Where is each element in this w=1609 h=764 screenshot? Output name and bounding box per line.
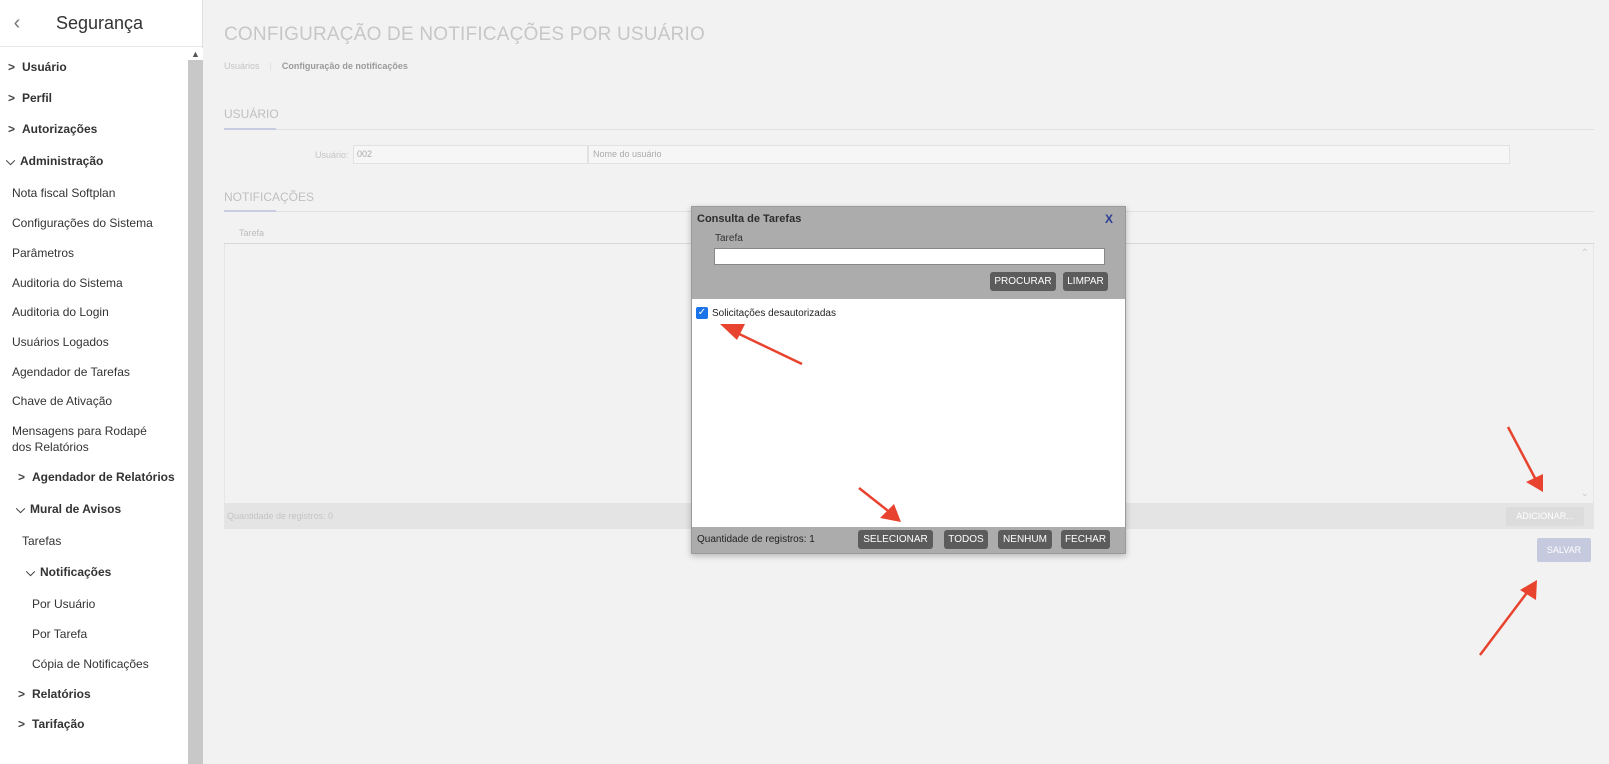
sidebar-scrollbar[interactable] bbox=[188, 48, 203, 764]
back-chevron-icon[interactable]: ‹ bbox=[0, 12, 30, 35]
dialog-footer: Quantidade de registros: 1 SELECIONAR TO… bbox=[692, 527, 1125, 553]
list-item[interactable]: ✓ Solicitações desautorizadas bbox=[696, 307, 836, 319]
sidebar-item-usuario[interactable]: > Usuário bbox=[8, 60, 67, 74]
dialog-header: Consulta de Tarefas X Tarefa PROCURAR LI… bbox=[692, 207, 1125, 299]
sidebar-item-nota-fiscal[interactable]: Nota fiscal Softplan bbox=[12, 186, 115, 200]
select-button[interactable]: SELECIONAR bbox=[858, 530, 933, 549]
task-search-input[interactable] bbox=[714, 248, 1105, 265]
chevron-down-icon: ⌵ bbox=[6, 154, 16, 168]
user-code-field[interactable]: 002 bbox=[353, 145, 588, 164]
scroll-down-icon[interactable]: ⌄ bbox=[1581, 488, 1589, 499]
sidebar: ‹ Segurança > Usuário > Perfil > Autorizaçõ… bbox=[0, 0, 203, 764]
dialog-title: Consulta de Tarefas bbox=[697, 213, 802, 225]
sidebar-header: ‹ Segurança bbox=[0, 0, 202, 47]
sidebar-item-agendador-relatorios[interactable]: > Agendador de Relatórios bbox=[18, 470, 175, 484]
add-button[interactable]: ADICIONAR... bbox=[1506, 507, 1584, 526]
sidebar-item-relatorios[interactable]: > Relatórios bbox=[18, 687, 91, 701]
section-title-notificacoes: NOTIFICAÇÕES bbox=[224, 190, 315, 204]
sidebar-title: Segurança bbox=[56, 12, 144, 33]
sidebar-item-tarefas[interactable]: Tarefas bbox=[22, 534, 61, 548]
consulta-tarefas-dialog: Consulta de Tarefas X Tarefa PROCURAR LI… bbox=[691, 206, 1126, 554]
chevron-right-icon: > bbox=[8, 60, 16, 74]
chevron-right-icon: > bbox=[8, 122, 16, 136]
sidebar-item-usuarios-logados[interactable]: Usuários Logados bbox=[12, 335, 109, 349]
section-divider bbox=[224, 129, 1594, 130]
breadcrumb: Usuários | Configuração de notificações bbox=[224, 61, 408, 71]
none-button[interactable]: NENHUM bbox=[998, 530, 1052, 549]
chevron-down-icon: ⌵ bbox=[26, 565, 36, 579]
section-accent bbox=[224, 128, 276, 130]
chevron-right-icon: > bbox=[18, 687, 26, 701]
user-field-label: Usuário: bbox=[315, 150, 349, 160]
sidebar-item-auditoria-sistema[interactable]: Auditoria do Sistema bbox=[12, 276, 123, 290]
sidebar-item-chave-ativacao[interactable]: Chave de Ativação bbox=[12, 394, 112, 408]
breadcrumb-separator: | bbox=[269, 61, 272, 71]
sidebar-item-copia-notificacoes[interactable]: Cópia de Notificações bbox=[32, 657, 149, 671]
sidebar-item-autorizacoes[interactable]: > Autorizações bbox=[8, 122, 97, 136]
sidebar-item-configuracoes[interactable]: Configurações do Sistema bbox=[12, 216, 153, 230]
save-button[interactable]: SALVAR bbox=[1537, 538, 1591, 562]
sidebar-item-perfil[interactable]: > Perfil bbox=[8, 91, 52, 105]
sidebar-item-mensagens-rodape[interactable]: Mensagens para Rodapé bbox=[12, 424, 147, 438]
task-results-list: ✓ Solicitações desautorizadas bbox=[692, 299, 1125, 527]
sidebar-item-tarifacao[interactable]: > Tarifação bbox=[18, 717, 84, 731]
chevron-right-icon: > bbox=[8, 91, 16, 105]
clear-button[interactable]: LIMPAR bbox=[1063, 272, 1108, 291]
section-accent bbox=[224, 210, 276, 212]
sidebar-item-agendador-tarefas[interactable]: Agendador de Tarefas bbox=[12, 365, 130, 379]
close-icon[interactable]: X bbox=[1105, 212, 1113, 226]
scroll-up-icon[interactable]: ▲ bbox=[188, 48, 203, 60]
sidebar-item-mensagens-rodape-line2[interactable]: dos Relatórios bbox=[12, 440, 89, 454]
sidebar-item-notificacoes[interactable]: ⌵ Notificações bbox=[26, 565, 111, 580]
task-field-label: Tarefa bbox=[715, 233, 743, 244]
section-title-usuario: USUÁRIO bbox=[224, 107, 279, 121]
sidebar-item-auditoria-login[interactable]: Auditoria do Login bbox=[12, 305, 109, 319]
page-title: CONFIGURAÇÃO DE NOTIFICAÇÕES POR USUÁRIO bbox=[224, 24, 705, 45]
all-button[interactable]: TODOS bbox=[944, 530, 988, 549]
sidebar-item-por-tarefa[interactable]: Por Tarefa bbox=[32, 627, 87, 641]
sidebar-item-por-usuario[interactable]: Por Usuário bbox=[32, 597, 95, 611]
chevron-right-icon: > bbox=[18, 717, 26, 731]
close-button[interactable]: FECHAR bbox=[1061, 530, 1110, 549]
chevron-right-icon: > bbox=[18, 470, 26, 484]
chevron-down-icon: ⌵ bbox=[16, 502, 26, 516]
scroll-up-icon[interactable]: ⌃ bbox=[1581, 248, 1589, 259]
search-button[interactable]: PROCURAR bbox=[990, 272, 1056, 291]
dialog-record-count: Quantidade de registros: 1 bbox=[697, 534, 815, 545]
sidebar-item-parametros[interactable]: Parâmetros bbox=[12, 246, 74, 260]
user-name-field[interactable]: Nome do usuário bbox=[588, 145, 1510, 164]
list-item-label: Solicitações desautorizadas bbox=[712, 307, 836, 319]
breadcrumb-link-usuarios[interactable]: Usuários bbox=[224, 61, 260, 71]
sidebar-item-administracao[interactable]: ⌵ Administração bbox=[6, 154, 103, 169]
checkbox-checked-icon[interactable]: ✓ bbox=[696, 307, 708, 319]
sidebar-item-mural-avisos[interactable]: ⌵ Mural de Avisos bbox=[16, 502, 121, 517]
breadcrumb-current: Configuração de notificações bbox=[281, 61, 408, 71]
